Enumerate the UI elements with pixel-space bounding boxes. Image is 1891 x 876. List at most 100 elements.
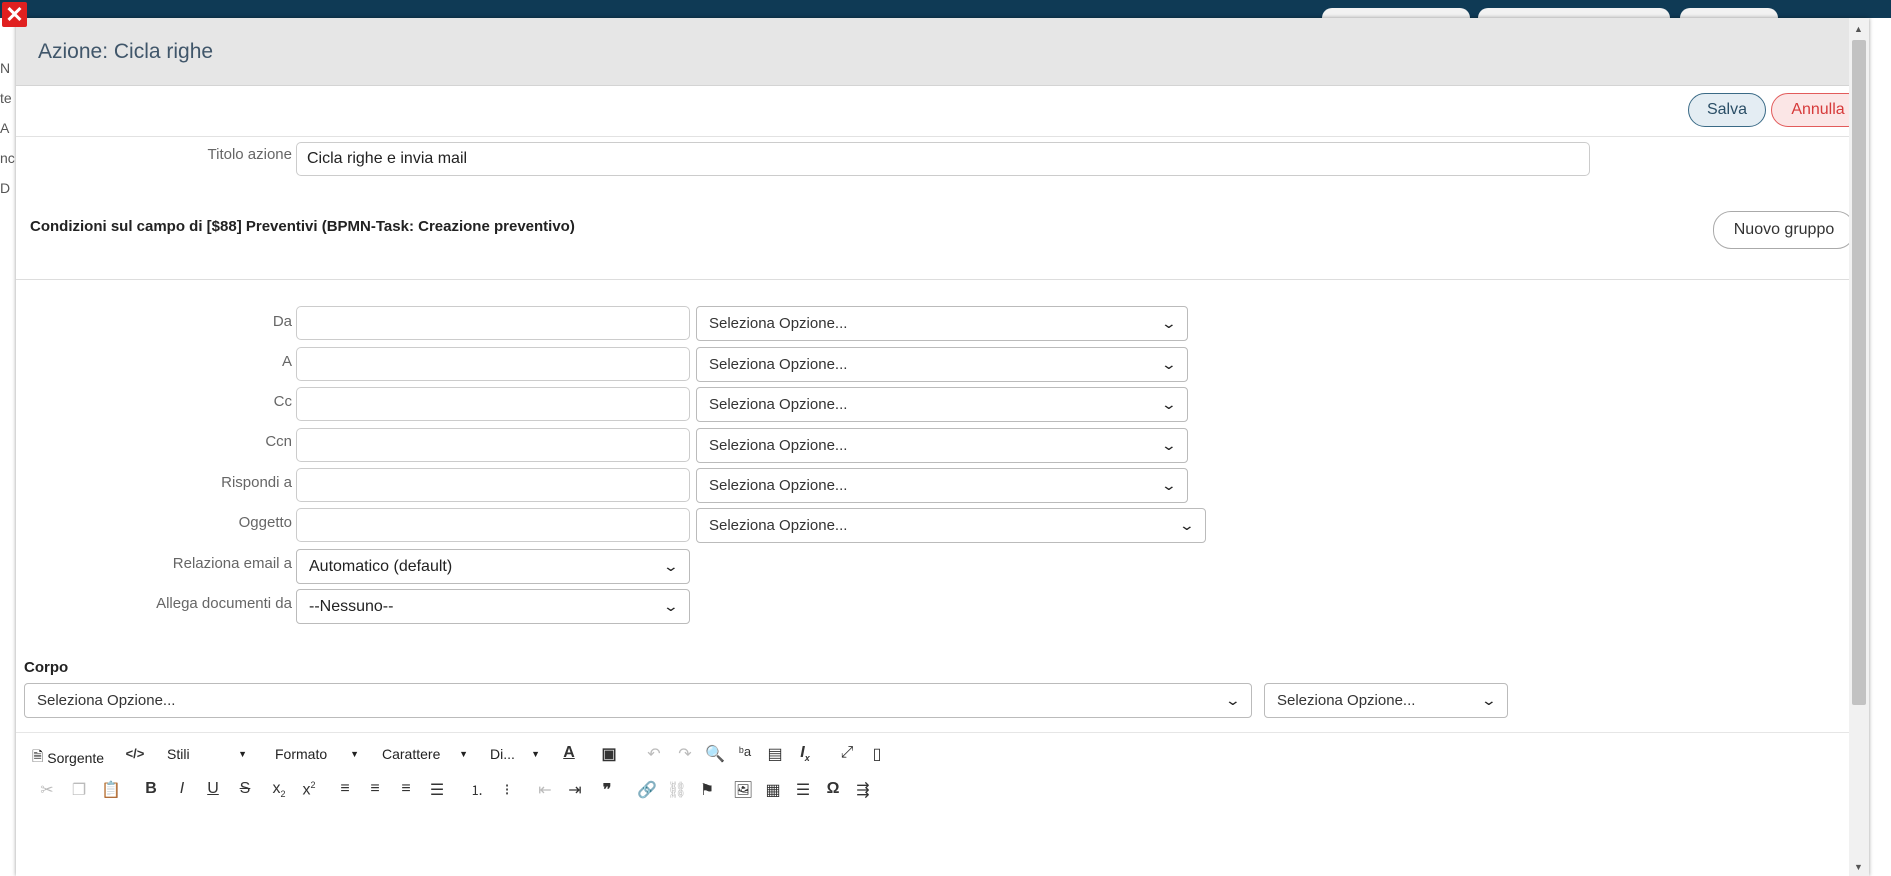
superscript-icon[interactable]: x2: [298, 780, 320, 799]
align-center-icon[interactable]: ≡: [364, 780, 386, 798]
undo-icon[interactable]: ↶: [643, 744, 665, 764]
bcc-select[interactable]: Seleziona Opzione... ⌄: [696, 428, 1188, 463]
bcc-label: Ccn: [265, 433, 292, 450]
scroll-up-icon[interactable]: ▲: [1854, 24, 1863, 34]
divider: [16, 279, 1869, 280]
format-label: Formato: [275, 746, 328, 762]
subject-label: Oggetto: [238, 514, 292, 531]
indent-icon[interactable]: ⇥: [564, 780, 586, 800]
select-value: Seleziona Opzione...: [709, 315, 848, 332]
align-right-icon[interactable]: ≡: [395, 780, 417, 798]
body-select-1[interactable]: Seleziona Opzione... ⌄: [24, 683, 1252, 718]
paste-icon[interactable]: 📋: [100, 780, 122, 800]
dropdown-arrow-icon: ▼: [350, 749, 359, 759]
chevron-down-icon: ⌄: [1178, 517, 1196, 533]
find-icon[interactable]: 🔍: [704, 744, 726, 764]
strikethrough-icon[interactable]: S: [234, 780, 256, 798]
attach-label: Allega documenti da: [156, 595, 292, 612]
from-label: Da: [272, 313, 292, 330]
justify-icon[interactable]: ☰: [426, 780, 448, 800]
cc-input[interactable]: [296, 387, 690, 421]
title-input[interactable]: Cicla righe e invia mail: [296, 142, 1590, 176]
subscript-icon[interactable]: x2: [268, 780, 290, 799]
horizontal-line-icon[interactable]: ☰: [792, 780, 814, 800]
bold-icon[interactable]: B: [140, 780, 162, 798]
chevron-down-icon: ⌄: [1480, 692, 1498, 708]
cc-select[interactable]: Seleziona Opzione... ⌄: [696, 387, 1188, 422]
chevron-down-icon: ⌄: [1160, 437, 1178, 453]
select-value: Automatico (default): [309, 557, 453, 575]
text-color-icon[interactable]: A: [558, 744, 580, 762]
select-value: Seleziona Opzione...: [709, 356, 848, 373]
replace-icon[interactable]: ᵇa: [734, 744, 756, 759]
from-input[interactable]: [296, 306, 690, 340]
attach-select[interactable]: --Nessuno-- ⌄: [296, 589, 690, 624]
dropdown-arrow-icon: ▼: [531, 749, 540, 759]
show-blocks-icon[interactable]: ▯: [866, 744, 888, 764]
size-dropdown[interactable]: Di... ▼: [490, 746, 540, 762]
underline-icon[interactable]: U: [202, 780, 224, 798]
outdent-icon[interactable]: ⇤: [534, 780, 556, 800]
remove-format-icon[interactable]: Ix: [794, 744, 816, 763]
anchor-icon[interactable]: ⚑: [696, 780, 718, 800]
bg-label: nc: [0, 150, 15, 166]
size-label: Di...: [490, 746, 515, 762]
bulleted-list-icon[interactable]: ⁝: [496, 780, 518, 800]
from-select[interactable]: Seleziona Opzione... ⌄: [696, 306, 1188, 341]
select-value: Seleziona Opzione...: [709, 396, 848, 413]
save-button[interactable]: Salva: [1688, 93, 1766, 127]
conditions-title: Condizioni sul campo di [$88] Preventivi…: [30, 218, 575, 235]
chevron-down-icon: ⌄: [662, 598, 680, 614]
image-icon[interactable]: 🖼: [732, 780, 754, 800]
subject-select[interactable]: Seleziona Opzione... ⌄: [696, 508, 1206, 543]
subject-input[interactable]: [296, 508, 690, 542]
scroll-down-icon[interactable]: ▼: [1854, 862, 1863, 872]
divider: [16, 732, 1869, 733]
align-left-icon[interactable]: ≡: [334, 780, 356, 798]
reply-to-select[interactable]: Seleziona Opzione... ⌄: [696, 468, 1188, 503]
chevron-down-icon: ⌄: [1160, 396, 1178, 412]
modal-actions: Salva Annulla: [16, 86, 1869, 137]
select-value: Seleziona Opzione...: [709, 517, 848, 534]
to-input[interactable]: [296, 347, 690, 381]
code-icon[interactable]: </>: [124, 746, 146, 761]
select-value: Seleziona Opzione...: [1277, 692, 1416, 709]
dropdown-arrow-icon: ▼: [459, 749, 468, 759]
close-icon[interactable]: ✕: [2, 2, 27, 27]
title-label: Titolo azione: [207, 146, 293, 163]
copy-icon[interactable]: ❐: [68, 780, 90, 800]
styles-dropdown[interactable]: Stili ▼: [167, 746, 247, 762]
reply-to-input[interactable]: [296, 468, 690, 502]
blockquote-icon[interactable]: ❞: [596, 780, 618, 800]
select-value: --Nessuno--: [309, 597, 394, 615]
table-icon[interactable]: ▦: [762, 780, 784, 800]
source-label: Sorgente: [47, 750, 105, 766]
unlink-icon[interactable]: ⛓: [666, 780, 688, 800]
new-group-button[interactable]: Nuovo gruppo: [1713, 211, 1855, 249]
bcc-input[interactable]: [296, 428, 690, 462]
bg-label: te: [0, 90, 12, 106]
format-dropdown[interactable]: Formato ▼: [275, 746, 359, 762]
source-button[interactable]: 🗎 Sorgente: [32, 746, 104, 770]
link-icon[interactable]: 🔗: [636, 780, 658, 800]
maximize-icon[interactable]: ⤢: [836, 744, 858, 762]
bg-label: N: [0, 60, 11, 76]
to-label: A: [281, 353, 292, 370]
italic-icon[interactable]: I: [171, 780, 193, 798]
action-modal: Azione: Cicla righe Salva Annulla Titolo…: [16, 18, 1869, 876]
cut-icon[interactable]: ✂: [36, 780, 58, 800]
to-select[interactable]: Seleziona Opzione... ⌄: [696, 347, 1188, 382]
chevron-down-icon: ⌄: [1160, 315, 1178, 331]
scrollbar-thumb[interactable]: [1852, 40, 1866, 705]
page-break-icon[interactable]: ⇶: [852, 780, 874, 800]
select-all-icon[interactable]: ▤: [764, 744, 786, 764]
body-select-2[interactable]: Seleziona Opzione... ⌄: [1264, 683, 1508, 718]
background-color-icon[interactable]: ▣: [598, 744, 620, 764]
bg-label: D: [0, 180, 11, 196]
special-char-icon[interactable]: Ω: [822, 780, 844, 798]
scrollbar[interactable]: ▲ ▼: [1849, 18, 1869, 876]
numbered-list-icon[interactable]: ⒈: [466, 780, 488, 799]
font-dropdown[interactable]: Carattere ▼: [382, 746, 468, 762]
redo-icon[interactable]: ↷: [674, 744, 696, 764]
relate-select[interactable]: Automatico (default) ⌄: [296, 549, 690, 584]
